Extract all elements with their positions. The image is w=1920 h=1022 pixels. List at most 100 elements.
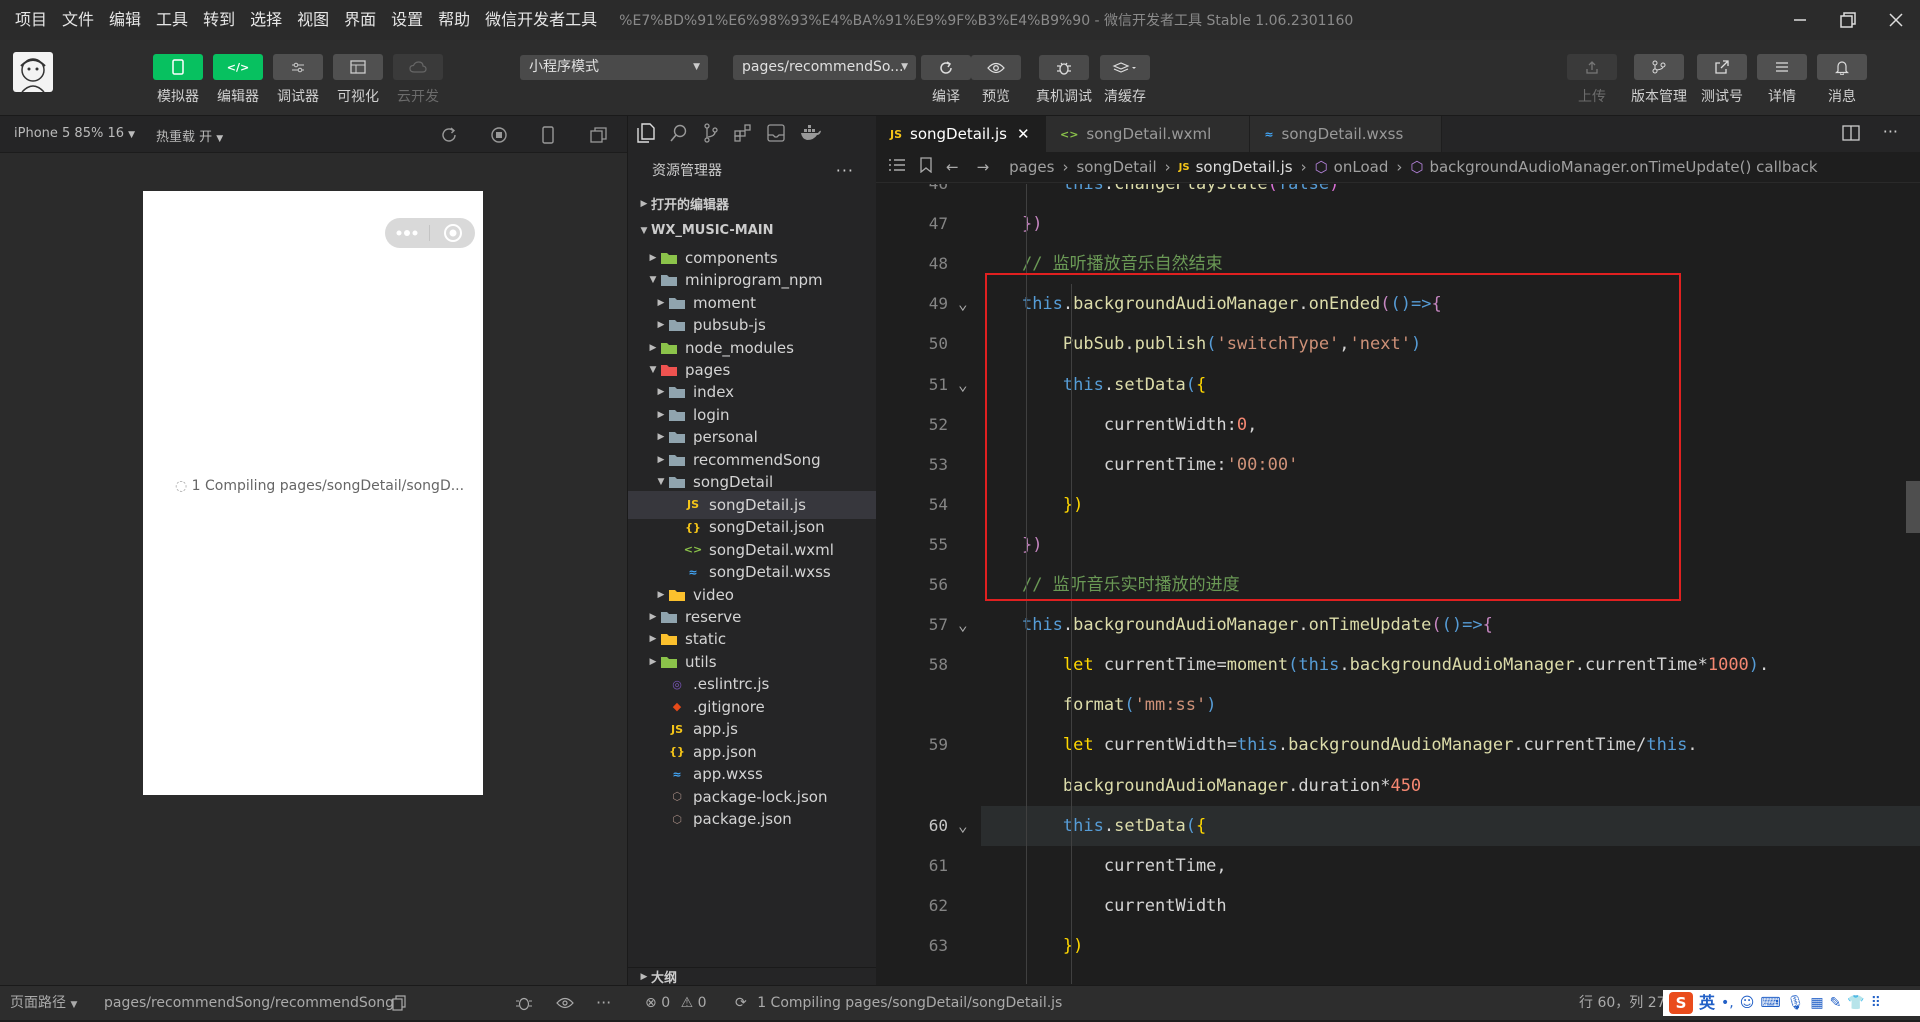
- tab-wxml[interactable]: <> songDetail.wxml: [1045, 116, 1251, 152]
- search-icon[interactable]: [670, 124, 688, 142]
- sogou-logo-icon[interactable]: S: [1669, 992, 1693, 1014]
- menu-item[interactable]: 帮助: [431, 0, 478, 40]
- breadcrumb-item[interactable]: songDetail.js: [1196, 158, 1293, 176]
- real-debug-button[interactable]: 真机调试: [1036, 55, 1092, 106]
- device-select[interactable]: iPhone 5 85% 16 ▼: [14, 126, 135, 141]
- keyboard-icon[interactable]: ⌨: [1760, 990, 1780, 1016]
- fold-chevron-icon[interactable]: ⌄: [958, 605, 968, 645]
- open-editors-section[interactable]: ▶ 打开的编辑器: [628, 190, 876, 217]
- line-number: 52: [928, 414, 948, 434]
- fold-chevron-icon[interactable]: ⌄: [958, 806, 968, 846]
- details-button[interactable]: 详情: [1757, 54, 1807, 106]
- minimize-button[interactable]: [1776, 0, 1824, 40]
- more-status-icon[interactable]: ···: [596, 986, 611, 1020]
- menu-item[interactable]: 转到: [196, 0, 243, 40]
- menu-item[interactable]: 项目: [8, 0, 55, 40]
- breadcrumb-item[interactable]: songDetail: [1076, 158, 1156, 176]
- preview-button[interactable]: 预览: [971, 55, 1021, 106]
- menu-item[interactable]: 文件: [55, 0, 102, 40]
- punctuation-icon[interactable]: •,: [1721, 990, 1734, 1016]
- cloud-button[interactable]: 云开发: [393, 54, 443, 106]
- breadcrumb-item[interactable]: backgroundAudioManager.onTimeUpdate() ca…: [1429, 158, 1817, 176]
- reload-icon[interactable]: [440, 126, 458, 148]
- fold-chevron-icon[interactable]: ⌄: [958, 284, 968, 324]
- files-icon[interactable]: [637, 123, 655, 143]
- more-actions-icon[interactable]: ···: [1883, 122, 1898, 141]
- phone-screen[interactable]: ◌ 1 Compiling pages/songDetail/songD...: [143, 191, 483, 795]
- emoji-icon[interactable]: ☺: [1740, 990, 1755, 1016]
- menu-item[interactable]: 工具: [149, 0, 196, 40]
- copy-icon[interactable]: [392, 986, 406, 1020]
- project-section[interactable]: ▼ WX_MUSIC-MAIN: [628, 217, 876, 244]
- page-path-select[interactable]: 页面路径 ▼: [10, 986, 77, 1022]
- close-window-button[interactable]: [1872, 0, 1920, 40]
- bug-status-icon[interactable]: [515, 986, 533, 1020]
- menu-item[interactable]: 界面: [337, 0, 384, 40]
- skin-icon[interactable]: 👕: [1847, 990, 1864, 1016]
- breadcrumb-item[interactable]: onLoad: [1334, 158, 1389, 176]
- avatar[interactable]: [13, 52, 53, 92]
- folder-icon: [668, 429, 686, 445]
- forward-arrow-icon[interactable]: →: [977, 158, 990, 176]
- scrollbar-thumb[interactable]: [1906, 481, 1920, 533]
- bookmark-icon[interactable]: [920, 157, 932, 177]
- version-button[interactable]: 版本管理: [1631, 54, 1687, 106]
- capsule-close-icon[interactable]: [430, 218, 475, 248]
- split-editor-icon[interactable]: [1842, 125, 1860, 145]
- test-id-button[interactable]: 测试号: [1697, 54, 1747, 106]
- mode-select[interactable]: 小程序模式 ▼: [520, 55, 708, 80]
- toolbox-icon[interactable]: ▦: [1810, 990, 1823, 1016]
- simulator-button[interactable]: 模拟器: [153, 54, 203, 106]
- extensions-icon[interactable]: [734, 124, 752, 142]
- handwriting-icon[interactable]: ✎: [1830, 990, 1842, 1016]
- microphone-icon[interactable]: 🎙: [1787, 990, 1805, 1016]
- line-number: 63: [928, 935, 948, 955]
- tree-item-label: login: [693, 405, 730, 424]
- tab-js[interactable]: JS songDetail.js ✕: [876, 116, 1046, 152]
- outline-section[interactable]: ▶ 大纲: [628, 967, 877, 986]
- breadcrumb-item[interactable]: pages: [1009, 158, 1054, 176]
- status-bar: 页面路径 ▼ pages/recommendSong/recommendSong…: [0, 985, 1920, 1020]
- storage-icon[interactable]: [767, 124, 785, 142]
- restore-button[interactable]: [1824, 0, 1872, 40]
- more-dots-icon[interactable]: [385, 225, 430, 241]
- menu-item[interactable]: 设置: [384, 0, 431, 40]
- menu-item[interactable]: 编辑: [102, 0, 149, 40]
- debugger-button[interactable]: 调试器: [273, 54, 323, 106]
- npm-file-icon: ⬡: [672, 812, 682, 826]
- source-control-icon[interactable]: [703, 123, 719, 143]
- list-icon[interactable]: [888, 158, 906, 176]
- back-arrow-icon[interactable]: ←: [946, 158, 959, 176]
- editor-button[interactable]: </> 编辑器: [213, 54, 263, 106]
- grid-menu-icon[interactable]: ⠿: [1871, 990, 1881, 1016]
- fold-chevron-icon[interactable]: ⌄: [958, 365, 968, 405]
- code-line: 60 ⌄ this.setData({: [876, 806, 1920, 846]
- clear-cache-button[interactable]: 清缓存: [1100, 55, 1150, 106]
- compile-button[interactable]: 编译: [921, 55, 971, 106]
- close-tab-icon[interactable]: ✕: [1017, 125, 1031, 143]
- popout-icon[interactable]: [590, 126, 608, 148]
- problems-indicator[interactable]: ⊗ 0 ⚠ 0: [645, 986, 707, 1020]
- preview-status-icon[interactable]: [556, 986, 574, 1020]
- ime-mode[interactable]: 英: [1699, 990, 1715, 1016]
- line-number: 47: [928, 214, 948, 234]
- messages-button[interactable]: 消息: [1817, 54, 1867, 106]
- folder-icon: [660, 272, 678, 288]
- tab-label: songDetail.wxml: [1086, 125, 1212, 143]
- more-icon[interactable]: ···: [836, 161, 854, 180]
- upload-button[interactable]: 上传: [1567, 54, 1617, 106]
- docker-icon[interactable]: [800, 125, 822, 141]
- page-select[interactable]: pages/recommendSo... ▼: [733, 55, 916, 80]
- visualize-button[interactable]: 可视化: [333, 54, 383, 106]
- menu-item[interactable]: 选择: [243, 0, 290, 40]
- menu-item[interactable]: 微信开发者工具: [478, 0, 605, 40]
- tree-file[interactable]: ⬡ package.json: [628, 805, 877, 833]
- hot-reload-select[interactable]: 热重载 开 ▼: [156, 126, 223, 145]
- stop-icon[interactable]: [490, 126, 508, 148]
- cursor-position[interactable]: 行 60，列 27: [1579, 986, 1666, 1020]
- indent-guide: [1071, 564, 1072, 984]
- folder-icon: [660, 340, 678, 356]
- phone-rotate-icon[interactable]: [541, 126, 555, 148]
- menu-item[interactable]: 视图: [290, 0, 337, 40]
- tab-wxss[interactable]: ≈ songDetail.wxss: [1250, 116, 1443, 152]
